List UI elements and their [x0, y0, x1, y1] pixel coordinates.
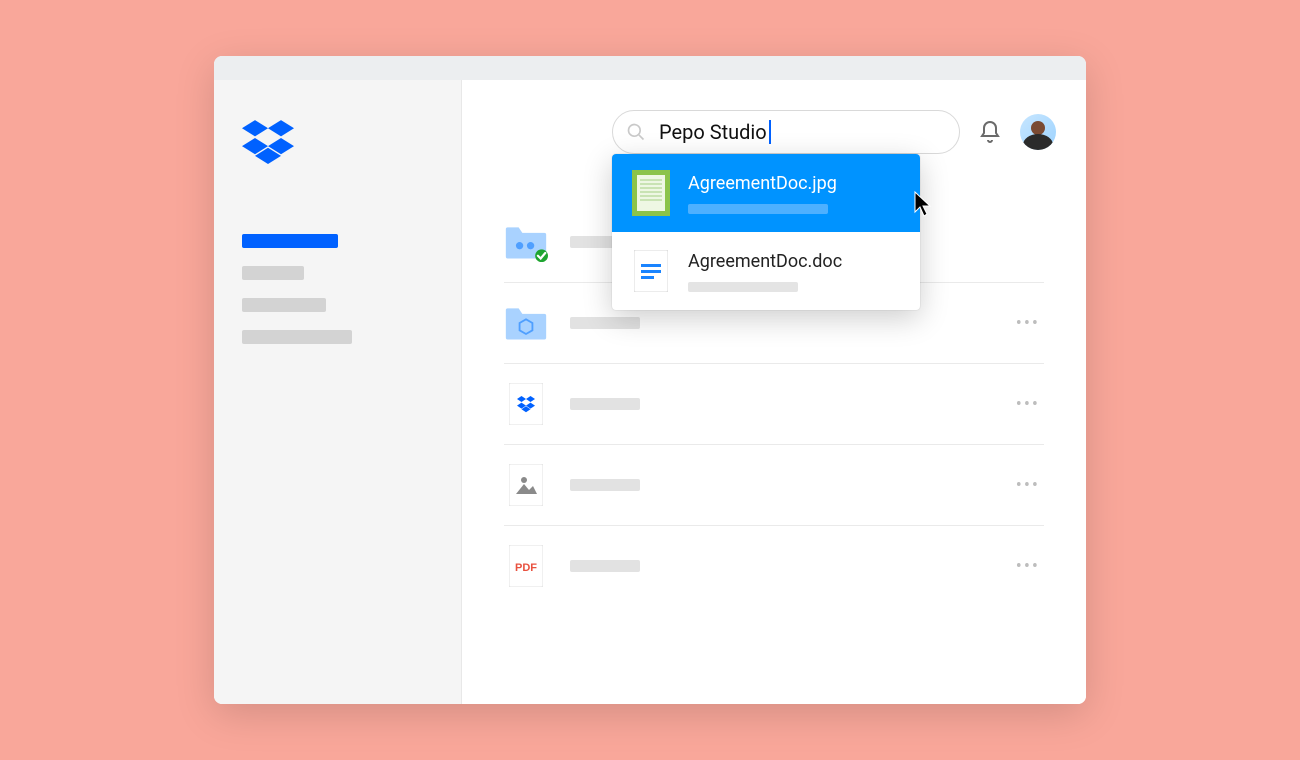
search-result-item[interactable]: AgreementDoc.doc [612, 232, 920, 310]
search-result-text: AgreementDoc.jpg [688, 173, 837, 214]
search-result-subtitle-placeholder [688, 282, 798, 292]
pdf-file-icon: PDF [504, 546, 548, 586]
file-name-placeholder [570, 560, 640, 572]
sidebar-item[interactable] [242, 330, 352, 344]
doc-file-icon [632, 248, 670, 294]
svg-text:PDF: PDF [515, 562, 537, 574]
search-result-title: AgreementDoc.doc [688, 251, 842, 272]
list-item[interactable]: PDF ••• [504, 526, 1044, 606]
dropbox-file-icon [504, 384, 548, 424]
search-result-item[interactable]: AgreementDoc.jpg [612, 154, 920, 232]
more-actions-button[interactable]: ••• [1016, 475, 1044, 496]
app-window: Pepo Studio [214, 56, 1086, 704]
file-name-placeholder [570, 317, 640, 329]
more-actions-button[interactable]: ••• [1016, 313, 1044, 334]
search-results-dropdown: AgreementDoc.jpg AgreementD [612, 154, 920, 310]
search-result-subtitle-placeholder [688, 204, 828, 214]
search-input[interactable]: Pepo Studio [612, 110, 960, 154]
more-actions-button[interactable]: ••• [1016, 394, 1044, 415]
search-result-title: AgreementDoc.jpg [688, 173, 837, 194]
bell-icon [978, 120, 1002, 144]
dropbox-logo-icon [242, 120, 294, 164]
user-avatar[interactable] [1020, 114, 1056, 150]
mouse-cursor-icon [912, 190, 934, 218]
image-file-icon [632, 170, 670, 216]
file-name-placeholder [570, 398, 640, 410]
image-file-icon [504, 465, 548, 505]
shared-folder-icon [504, 222, 548, 262]
sidebar-item-active[interactable] [242, 234, 338, 248]
search-wrap: Pepo Studio [612, 110, 960, 154]
topbar: Pepo Studio [462, 110, 1086, 154]
text-caret [769, 120, 771, 144]
file-name-placeholder [570, 479, 640, 491]
sidebar-item[interactable] [242, 266, 304, 280]
app-body: Pepo Studio [214, 80, 1086, 704]
search-icon [626, 122, 646, 142]
notifications-button[interactable] [978, 120, 1002, 144]
search-value: Pepo Studio [659, 120, 767, 144]
sidebar-item[interactable] [242, 298, 326, 312]
folder-icon [504, 303, 548, 343]
main-panel: Pepo Studio [462, 80, 1086, 704]
list-item[interactable]: ••• [504, 364, 1044, 445]
search-result-text: AgreementDoc.doc [688, 251, 842, 292]
sidebar [214, 80, 462, 704]
more-actions-button[interactable]: ••• [1016, 556, 1044, 577]
list-item[interactable]: ••• [504, 445, 1044, 526]
window-titlebar [214, 56, 1086, 80]
